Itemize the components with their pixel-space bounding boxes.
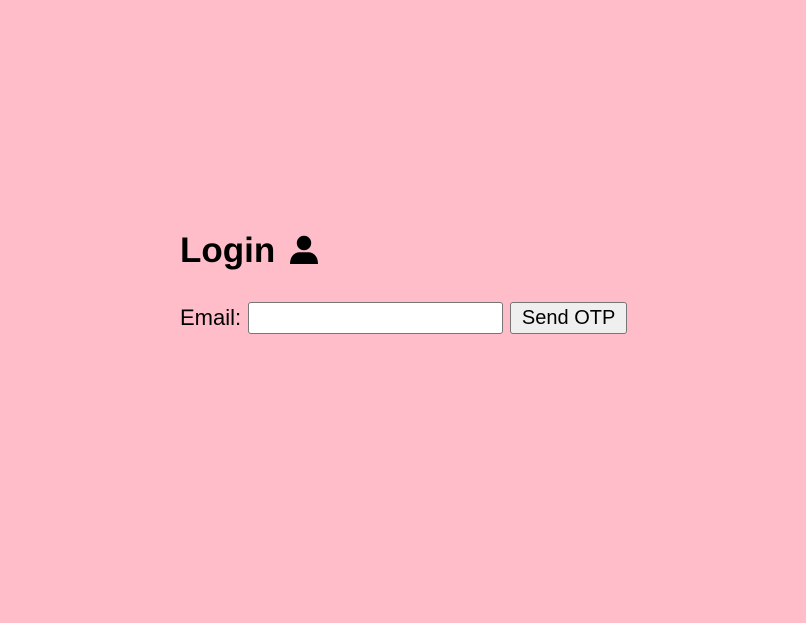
page-title: Login xyxy=(180,231,276,270)
email-field[interactable] xyxy=(248,302,504,334)
login-panel: Login Email: Send OTP xyxy=(180,229,628,334)
email-row: Email: Send OTP xyxy=(180,302,628,334)
login-heading: Login xyxy=(180,229,627,273)
user-icon xyxy=(289,235,319,265)
email-label: Email: xyxy=(180,305,242,330)
send-otp-button[interactable]: Send OTP xyxy=(510,302,628,334)
